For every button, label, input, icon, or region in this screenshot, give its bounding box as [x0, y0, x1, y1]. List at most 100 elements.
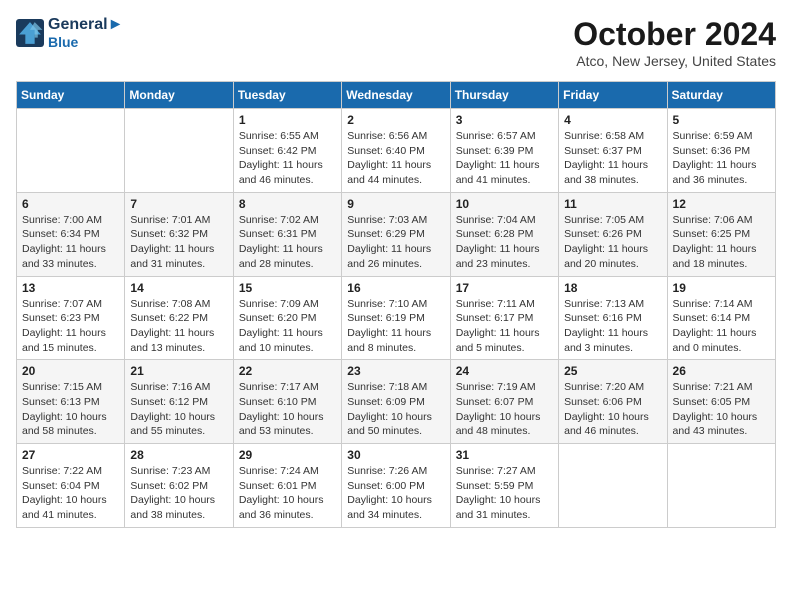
day-info: Sunrise: 7:08 AM Sunset: 6:22 PM Dayligh…: [130, 297, 227, 356]
day-number: 18: [564, 281, 661, 295]
day-info: Sunrise: 7:17 AM Sunset: 6:10 PM Dayligh…: [239, 380, 336, 439]
day-info: Sunrise: 7:22 AM Sunset: 6:04 PM Dayligh…: [22, 464, 119, 523]
calendar-day-cell: 12Sunrise: 7:06 AM Sunset: 6:25 PM Dayli…: [667, 192, 775, 276]
calendar-day-cell: 25 Sunrise: 7:20 AM Sunset: 6:06 PM Dayli…: [559, 360, 667, 444]
calendar-day-cell: 9Sunrise: 7:03 AM Sunset: 6:29 PM Daylig…: [342, 192, 450, 276]
day-info: Sunrise: 7:14 AM Sunset: 6:14 PM Dayligh…: [673, 297, 770, 356]
calendar-day-cell: 3Sunrise: 6:57 AM Sunset: 6:39 PM Daylig…: [450, 109, 558, 193]
logo-icon: [16, 19, 44, 47]
day-info: Sunrise: 6:58 AM Sunset: 6:37 PM Dayligh…: [564, 129, 661, 188]
day-number: 20: [22, 364, 119, 378]
col-friday: Friday: [559, 82, 667, 109]
day-number: 9: [347, 197, 444, 211]
calendar-day-cell: 13 Sunrise: 7:07 AM Sunset: 6:23 PM Dayli…: [17, 276, 125, 360]
col-tuesday: Tuesday: [233, 82, 341, 109]
col-thursday: Thursday: [450, 82, 558, 109]
calendar-subtitle: Atco, New Jersey, United States: [573, 53, 776, 69]
col-monday: Monday: [125, 82, 233, 109]
calendar-day-cell: [559, 444, 667, 528]
day-info: Sunrise: 7:20 AM Sunset: 6:06 PM Dayligh…: [564, 380, 661, 439]
calendar-day-cell: 15 Sunrise: 7:09 AM Sunset: 6:20 PM Dayli…: [233, 276, 341, 360]
day-number: 13: [22, 281, 119, 295]
day-info: Sunrise: 7:19 AM Sunset: 6:07 PM Dayligh…: [456, 380, 553, 439]
day-info: Sunrise: 6:55 AM Sunset: 6:42 PM Dayligh…: [239, 129, 336, 188]
calendar-day-cell: 6Sunrise: 7:00 AM Sunset: 6:34 PM Daylig…: [17, 192, 125, 276]
calendar-table: Sunday Monday Tuesday Wednesday Thursday…: [16, 81, 776, 528]
page-header: General► Blue October 2024 Atco, New Jer…: [16, 16, 776, 69]
day-info: Sunrise: 7:26 AM Sunset: 6:00 PM Dayligh…: [347, 464, 444, 523]
calendar-day-cell: 8Sunrise: 7:02 AM Sunset: 6:31 PM Daylig…: [233, 192, 341, 276]
day-info: Sunrise: 6:57 AM Sunset: 6:39 PM Dayligh…: [456, 129, 553, 188]
calendar-day-cell: 21 Sunrise: 7:16 AM Sunset: 6:12 PM Dayli…: [125, 360, 233, 444]
day-number: 30: [347, 448, 444, 462]
calendar-week-row: 6Sunrise: 7:00 AM Sunset: 6:34 PM Daylig…: [17, 192, 776, 276]
day-number: 7: [130, 197, 227, 211]
calendar-day-cell: 10Sunrise: 7:04 AM Sunset: 6:28 PM Dayli…: [450, 192, 558, 276]
day-number: 11: [564, 197, 661, 211]
calendar-day-cell: 17 Sunrise: 7:11 AM Sunset: 6:17 PM Dayli…: [450, 276, 558, 360]
calendar-day-cell: [125, 109, 233, 193]
day-info: Sunrise: 7:16 AM Sunset: 6:12 PM Dayligh…: [130, 380, 227, 439]
day-info: Sunrise: 7:05 AM Sunset: 6:26 PM Dayligh…: [564, 213, 661, 272]
calendar-day-cell: 22 Sunrise: 7:17 AM Sunset: 6:10 PM Dayli…: [233, 360, 341, 444]
col-sunday: Sunday: [17, 82, 125, 109]
title-area: October 2024 Atco, New Jersey, United St…: [573, 16, 776, 69]
day-number: 25: [564, 364, 661, 378]
calendar-day-cell: 7Sunrise: 7:01 AM Sunset: 6:32 PM Daylig…: [125, 192, 233, 276]
day-number: 24: [456, 364, 553, 378]
day-number: 15: [239, 281, 336, 295]
calendar-header-row: Sunday Monday Tuesday Wednesday Thursday…: [17, 82, 776, 109]
day-number: 16: [347, 281, 444, 295]
calendar-day-cell: 14 Sunrise: 7:08 AM Sunset: 6:22 PM Dayli…: [125, 276, 233, 360]
day-number: 5: [673, 113, 770, 127]
day-number: 26: [673, 364, 770, 378]
calendar-week-row: 27 Sunrise: 7:22 AM Sunset: 6:04 PM Dayli…: [17, 444, 776, 528]
calendar-day-cell: 18 Sunrise: 7:13 AM Sunset: 6:16 PM Dayli…: [559, 276, 667, 360]
day-number: 14: [130, 281, 227, 295]
calendar-day-cell: 31 Sunrise: 7:27 AM Sunset: 5:59 PM Dayli…: [450, 444, 558, 528]
calendar-day-cell: 11 Sunrise: 7:05 AM Sunset: 6:26 PM Dayli…: [559, 192, 667, 276]
day-info: Sunrise: 7:02 AM Sunset: 6:31 PM Dayligh…: [239, 213, 336, 272]
day-info: Sunrise: 7:27 AM Sunset: 5:59 PM Dayligh…: [456, 464, 553, 523]
calendar-day-cell: 27 Sunrise: 7:22 AM Sunset: 6:04 PM Dayli…: [17, 444, 125, 528]
calendar-day-cell: 30 Sunrise: 7:26 AM Sunset: 6:00 PM Dayli…: [342, 444, 450, 528]
day-number: 4: [564, 113, 661, 127]
col-saturday: Saturday: [667, 82, 775, 109]
day-number: 17: [456, 281, 553, 295]
day-number: 2: [347, 113, 444, 127]
day-info: Sunrise: 7:13 AM Sunset: 6:16 PM Dayligh…: [564, 297, 661, 356]
day-number: 10: [456, 197, 553, 211]
calendar-week-row: 20 Sunrise: 7:15 AM Sunset: 6:13 PM Dayli…: [17, 360, 776, 444]
day-info: Sunrise: 7:10 AM Sunset: 6:19 PM Dayligh…: [347, 297, 444, 356]
calendar-day-cell: 20 Sunrise: 7:15 AM Sunset: 6:13 PM Dayli…: [17, 360, 125, 444]
calendar-day-cell: 23 Sunrise: 7:18 AM Sunset: 6:09 PM Dayli…: [342, 360, 450, 444]
calendar-day-cell: 2Sunrise: 6:56 AM Sunset: 6:40 PM Daylig…: [342, 109, 450, 193]
calendar-day-cell: 16 Sunrise: 7:10 AM Sunset: 6:19 PM Dayli…: [342, 276, 450, 360]
day-info: Sunrise: 7:23 AM Sunset: 6:02 PM Dayligh…: [130, 464, 227, 523]
day-number: 22: [239, 364, 336, 378]
day-number: 19: [673, 281, 770, 295]
logo: General► Blue: [16, 16, 123, 50]
day-info: Sunrise: 7:09 AM Sunset: 6:20 PM Dayligh…: [239, 297, 336, 356]
day-info: Sunrise: 7:18 AM Sunset: 6:09 PM Dayligh…: [347, 380, 444, 439]
day-info: Sunrise: 7:15 AM Sunset: 6:13 PM Dayligh…: [22, 380, 119, 439]
calendar-day-cell: 1 Sunrise: 6:55 AM Sunset: 6:42 PM Daylig…: [233, 109, 341, 193]
day-info: Sunrise: 7:07 AM Sunset: 6:23 PM Dayligh…: [22, 297, 119, 356]
col-wednesday: Wednesday: [342, 82, 450, 109]
calendar-day-cell: [667, 444, 775, 528]
calendar-day-cell: 5Sunrise: 6:59 AM Sunset: 6:36 PM Daylig…: [667, 109, 775, 193]
calendar-day-cell: [17, 109, 125, 193]
day-info: Sunrise: 7:24 AM Sunset: 6:01 PM Dayligh…: [239, 464, 336, 523]
day-number: 21: [130, 364, 227, 378]
day-number: 27: [22, 448, 119, 462]
day-number: 23: [347, 364, 444, 378]
day-number: 29: [239, 448, 336, 462]
day-info: Sunrise: 7:11 AM Sunset: 6:17 PM Dayligh…: [456, 297, 553, 356]
calendar-title: October 2024: [573, 16, 776, 53]
day-number: 1: [239, 113, 336, 127]
day-info: Sunrise: 7:06 AM Sunset: 6:25 PM Dayligh…: [673, 213, 770, 272]
day-number: 28: [130, 448, 227, 462]
logo-text: General► Blue: [48, 16, 123, 50]
calendar-week-row: 13 Sunrise: 7:07 AM Sunset: 6:23 PM Dayli…: [17, 276, 776, 360]
day-number: 31: [456, 448, 553, 462]
